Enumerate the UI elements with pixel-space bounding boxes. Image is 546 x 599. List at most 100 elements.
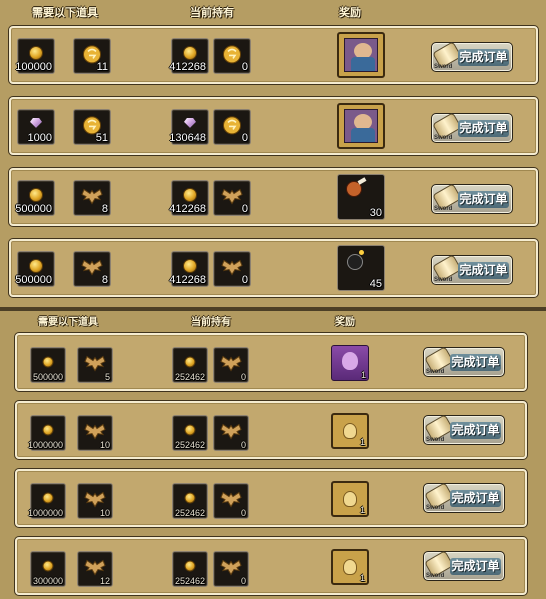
gold-coin-icon (184, 356, 196, 368)
order-panel-2: 需要以下道具 当前持有 奖励 500000 5 252462 0 1 完成订单 Sword 1… (0, 311, 546, 599)
gold-coin-icon (184, 424, 196, 436)
reward-gold-pouch[interactable]: 1 (331, 549, 369, 585)
held-gold-coin-slot[interactable]: 252462 (172, 415, 208, 451)
reward-count: 1 (360, 370, 366, 380)
item-count: 1000000 (27, 508, 63, 518)
reward-purple-pouch[interactable]: 1 (331, 345, 369, 381)
item-count: 252462 (174, 508, 205, 518)
held-gold-coin-slot[interactable]: 252462 (172, 483, 208, 519)
reward-bomb[interactable]: 45 (337, 245, 385, 291)
complete-order-button[interactable]: 完成订单 Sword (423, 550, 505, 581)
header-required: 需要以下道具 (38, 317, 98, 328)
held-gold-coin-slot[interactable]: 412268 (169, 38, 209, 74)
order-row: 1000 51 130648 0 完成订单 Sword (9, 97, 538, 155)
item-count: 0 (241, 274, 248, 286)
required-gold-coin-slot[interactable]: 100000 (15, 38, 55, 74)
required-bat-emblem-slot[interactable]: 10 (77, 483, 113, 519)
gold-coin-icon (42, 560, 54, 572)
item-count: 130648 (169, 132, 206, 144)
reward-gold-pouch[interactable]: 1 (331, 481, 369, 517)
required-bat-emblem-slot[interactable]: 10 (77, 415, 113, 451)
held-bat-emblem-slot[interactable]: 0 (213, 251, 251, 287)
held-bat-emblem-slot[interactable]: 0 (213, 415, 249, 451)
complete-order-button[interactable]: 完成订单 Sword (431, 254, 513, 285)
required-gold-coin-slot[interactable]: 1000000 (28, 415, 66, 451)
reward-hero-portrait[interactable] (337, 103, 385, 149)
complete-order-button[interactable]: 完成订单 Sword (423, 414, 505, 445)
required-gold-coin-slot[interactable]: 300000 (30, 551, 66, 587)
order-row: 1000000 10 252462 0 1 完成订单 Sword (15, 401, 527, 459)
bat-emblem-icon (81, 188, 103, 206)
required-bat-emblem-slot[interactable]: 12 (77, 551, 113, 587)
item-count: 412268 (169, 203, 206, 215)
header-held: 当前持有 (190, 7, 234, 19)
gold-coin-icon (183, 259, 197, 274)
held-gold-token-slot[interactable]: 0 (213, 38, 251, 74)
item-count: 300000 (32, 576, 63, 586)
held-bat-emblem-slot[interactable]: 0 (213, 551, 249, 587)
bat-emblem-icon (84, 355, 106, 373)
gem-icon (30, 117, 42, 128)
header-reward: 奖励 (339, 7, 361, 19)
held-gold-token-slot[interactable]: 0 (213, 109, 251, 145)
bat-emblem-icon (84, 491, 106, 509)
held-gold-coin-slot[interactable]: 412268 (169, 251, 209, 287)
bat-emblem-icon (221, 259, 243, 277)
reward-meat[interactable]: 30 (337, 174, 385, 220)
complete-order-button[interactable]: 完成订单 Sword (431, 41, 513, 72)
held-gold-coin-slot[interactable]: 412268 (169, 180, 209, 216)
order-row: 500000 8 412268 0 30 完成订单 Sword (9, 168, 538, 226)
item-count: 252462 (174, 576, 205, 586)
complete-order-label: 完成订单 (450, 490, 501, 507)
complete-order-label: 完成订单 (458, 49, 509, 66)
complete-order-button[interactable]: 完成订单 Sword (423, 482, 505, 513)
complete-order-button[interactable]: 完成订单 Sword (431, 112, 513, 143)
sword-text: Sword (434, 64, 453, 70)
complete-order-button[interactable]: 完成订单 Sword (423, 346, 505, 377)
item-count: 0 (241, 203, 248, 215)
complete-order-button[interactable]: 完成订单 Sword (431, 183, 513, 214)
held-bat-emblem-slot[interactable]: 0 (213, 180, 251, 216)
required-gold-coin-slot[interactable]: 500000 (15, 180, 55, 216)
bat-emblem-icon (220, 559, 242, 577)
held-gold-coin-slot[interactable]: 252462 (172, 347, 208, 383)
reward-hero-portrait[interactable] (337, 32, 385, 78)
required-bat-emblem-slot[interactable]: 5 (77, 347, 113, 383)
complete-order-label: 完成订单 (450, 558, 501, 575)
held-bat-emblem-slot[interactable]: 0 (213, 347, 249, 383)
required-gem-slot[interactable]: 1000 (17, 109, 55, 145)
item-count: 0 (240, 372, 246, 382)
gold-coin-icon (184, 560, 196, 572)
order-row: 500000 8 412268 0 45 完成订单 Sword (9, 239, 538, 297)
gold-coin-icon (183, 46, 197, 61)
header-held: 当前持有 (191, 317, 231, 328)
required-bat-emblem-slot[interactable]: 8 (73, 251, 111, 287)
gold-coin-icon (29, 188, 43, 203)
held-gold-coin-slot[interactable]: 252462 (172, 551, 208, 587)
sword-text: Sword (426, 573, 445, 579)
reward-gold-pouch[interactable]: 1 (331, 413, 369, 449)
item-count: 412268 (169, 274, 206, 286)
complete-order-label: 完成订单 (450, 422, 501, 439)
complete-order-label: 完成订单 (458, 120, 509, 137)
bat-emblem-icon (221, 188, 243, 206)
required-gold-token-slot[interactable]: 51 (73, 109, 111, 145)
item-count: 0 (240, 440, 246, 450)
required-gold-coin-slot[interactable]: 500000 (30, 347, 66, 383)
held-bat-emblem-slot[interactable]: 0 (213, 483, 249, 519)
reward-count: 1 (359, 505, 365, 515)
reward-count: 1 (359, 573, 365, 583)
held-gem-slot[interactable]: 130648 (169, 109, 209, 145)
required-gold-coin-slot[interactable]: 1000000 (27, 483, 66, 519)
required-gold-token-slot[interactable]: 11 (73, 38, 111, 74)
required-bat-emblem-slot[interactable]: 8 (73, 180, 111, 216)
item-count: 0 (240, 576, 246, 586)
complete-order-label: 完成订单 (450, 354, 501, 371)
item-count: 11 (96, 61, 108, 73)
required-gold-coin-slot[interactable]: 500000 (15, 251, 55, 287)
bat-emblem-icon (220, 423, 242, 441)
item-count: 1000 (27, 132, 52, 144)
gold-token-icon (222, 44, 242, 64)
header-required: 需要以下道具 (32, 7, 98, 19)
bat-emblem-icon (84, 559, 106, 577)
